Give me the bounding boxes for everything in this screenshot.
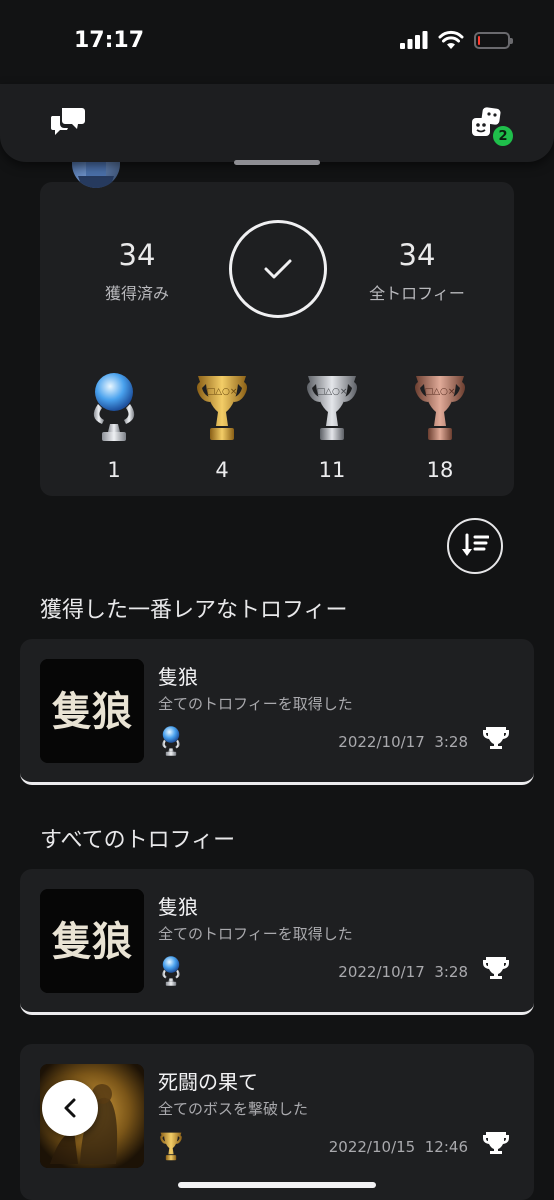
top-panel [0, 84, 554, 162]
silver-trophy-icon: □△○× [307, 376, 357, 440]
trophy-title: 死闘の果て [158, 1070, 258, 1094]
trophy-description: 全てのトロフィーを取得した [158, 695, 353, 713]
trophy-time: 3:28 [434, 963, 468, 981]
svg-text:□△○×: □△○× [207, 387, 238, 397]
earned-count: 34 [118, 238, 156, 272]
sheet-handle[interactable] [234, 160, 320, 165]
trophy-earned-datetime: 2022/10/17 3:28 [338, 963, 468, 981]
trophy-list-item[interactable]: 死闘の果て 全てのボスを撃破した 2022/10/15 12:46 [20, 1044, 534, 1200]
silver-count: 11 [318, 458, 346, 482]
trophy-earned-datetime: 2022/10/15 12:46 [329, 1138, 468, 1156]
svg-text:□△○×: □△○× [317, 387, 348, 397]
back-button[interactable] [42, 1080, 98, 1136]
gold-trophy-icon: □△○× [197, 376, 247, 440]
svg-text:□△○×: □△○× [425, 387, 456, 397]
back-chevron-icon [64, 1098, 76, 1118]
platinum-trophy-icon [93, 373, 135, 441]
wifi-icon [438, 30, 464, 49]
total-stat: 34 全トロフィー [342, 238, 492, 304]
trophy-outline-icon [483, 727, 509, 749]
checkmark-icon [264, 259, 292, 279]
earned-label: 獲得済み [104, 284, 169, 303]
cellular-signal-icon [400, 31, 428, 49]
total-count: 34 [398, 238, 436, 272]
total-label: 全トロフィー [369, 284, 465, 303]
trophy-date: 2022/10/15 [328, 1138, 416, 1156]
status-bar: 17:17 [0, 0, 554, 84]
bronze-count: 18 [426, 458, 454, 482]
trophy-date: 2022/10/17 [338, 963, 425, 981]
rarest-trophy-card[interactable]: 隻狼 隻狼 全てのトロフィーを取得した 2022/10/17 3:28 [20, 639, 534, 785]
trophy-date: 2022/10/17 [338, 733, 425, 751]
tier-silver: □△○× 11 [292, 370, 372, 482]
svg-text:隻狼: 隻狼 [52, 688, 132, 735]
trophy-description: 全てのボスを撃破した [158, 1100, 309, 1118]
party-count-badge: 2 [491, 124, 515, 148]
trophy-list-item[interactable]: 隻狼 隻狼 全てのトロフィーを取得した 2022/10/17 3:28 [20, 869, 534, 1015]
completion-indicator [229, 220, 327, 318]
status-time: 17:17 [74, 27, 145, 53]
platinum-count: 1 [107, 458, 121, 482]
tier-bronze: □△○× 18 [400, 370, 480, 482]
svg-text:隻狼: 隻狼 [52, 918, 132, 965]
trophy-earned-datetime: 2022/10/17 3:28 [338, 733, 468, 751]
status-icons [400, 30, 513, 50]
earned-stat: 34 獲得済み [62, 238, 212, 304]
trophy-time: 12:46 [424, 1138, 468, 1156]
trophy-outline-icon [483, 1132, 509, 1154]
sort-button[interactable] [447, 518, 503, 574]
all-trophies-section-title: すべてのトロフィー [40, 828, 236, 853]
gold-count: 4 [215, 458, 229, 482]
game-art: 隻狼 [40, 659, 144, 763]
trophy-title: 隻狼 [158, 895, 198, 919]
home-indicator[interactable] [178, 1182, 376, 1188]
rarest-section-title: 獲得した一番レアなトロフィー [40, 598, 348, 623]
battery-icon [474, 31, 513, 49]
trophy-time: 3:28 [434, 733, 468, 751]
trophy-summary-card: 34 獲得済み 34 全トロフィー 1 □△○× 4 □△○× 11 □△○× … [40, 182, 514, 496]
trophy-outline-icon [483, 957, 509, 979]
platinum-trophy-icon [162, 726, 180, 756]
gold-trophy-icon [160, 1132, 182, 1161]
sort-icon [462, 533, 489, 556]
tier-platinum: 1 [74, 370, 154, 482]
trophy-title: 隻狼 [158, 665, 198, 689]
tier-gold: □△○× 4 [182, 370, 262, 482]
chat-icon[interactable] [50, 106, 86, 138]
trophy-description: 全てのトロフィーを取得した [158, 925, 353, 943]
platinum-trophy-icon [162, 956, 180, 986]
bronze-trophy-icon: □△○× [415, 376, 465, 440]
game-art: 隻狼 [40, 889, 144, 993]
